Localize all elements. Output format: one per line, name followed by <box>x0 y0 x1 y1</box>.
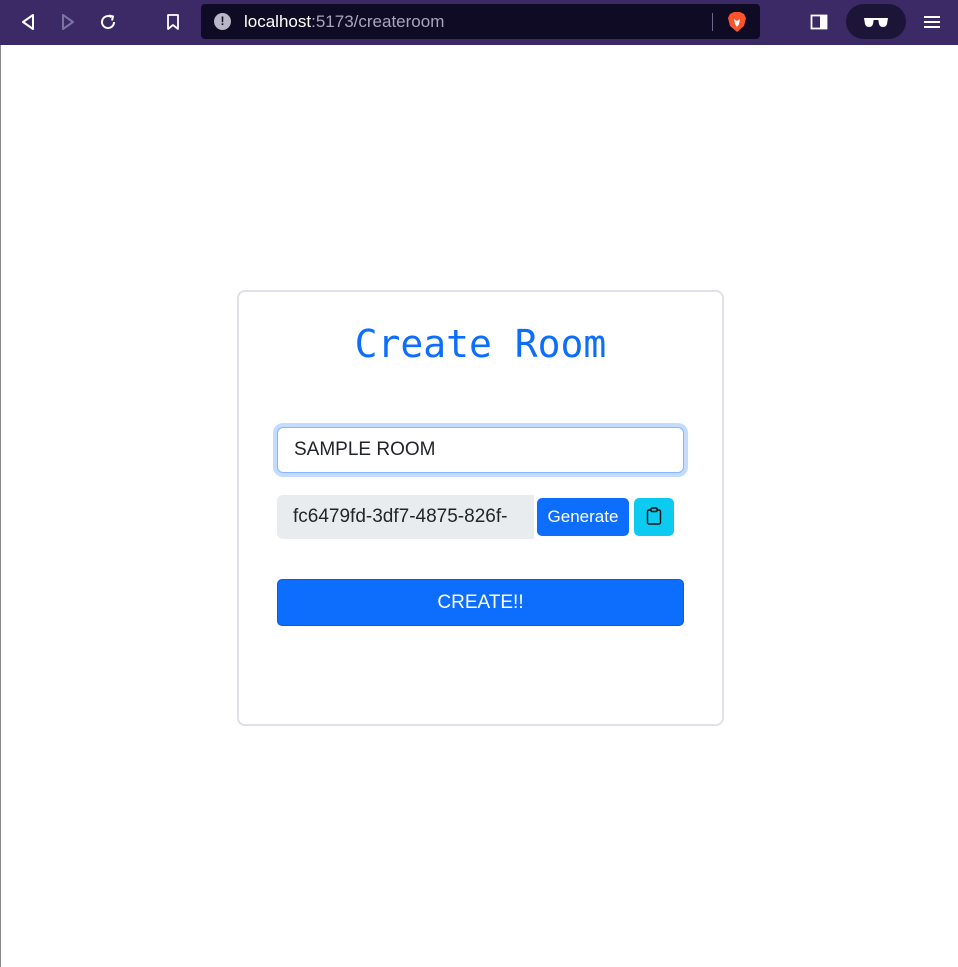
page-title: Create Room <box>354 322 607 366</box>
copy-button[interactable] <box>634 498 674 536</box>
info-icon[interactable]: ! <box>214 13 231 30</box>
clipboard-icon <box>646 506 662 528</box>
create-room-card: Create Room Generate CREATE!! <box>237 290 724 726</box>
generate-button[interactable]: Generate <box>537 498 629 536</box>
create-button[interactable]: CREATE!! <box>277 579 684 626</box>
url-text: localhost:5173/createroom <box>244 12 444 32</box>
reload-icon[interactable] <box>95 9 121 35</box>
sidebar-icon[interactable] <box>806 9 832 35</box>
forward-icon[interactable] <box>55 9 81 35</box>
window-edge <box>0 45 1 967</box>
reader-glasses-icon[interactable] <box>846 4 906 39</box>
menu-icon[interactable] <box>919 9 945 35</box>
url-divider <box>712 13 713 31</box>
url-path: :5173/createroom <box>311 12 445 31</box>
browser-toolbar: ! localhost:5173/createroom <box>0 0 958 45</box>
address-bar[interactable]: ! localhost:5173/createroom <box>201 4 760 39</box>
url-host: localhost <box>244 12 312 31</box>
back-icon[interactable] <box>15 9 41 35</box>
bookmark-icon[interactable] <box>160 9 186 35</box>
room-id-field[interactable] <box>277 495 534 539</box>
brave-shield-icon[interactable] <box>727 11 747 38</box>
room-name-input[interactable] <box>277 427 684 473</box>
